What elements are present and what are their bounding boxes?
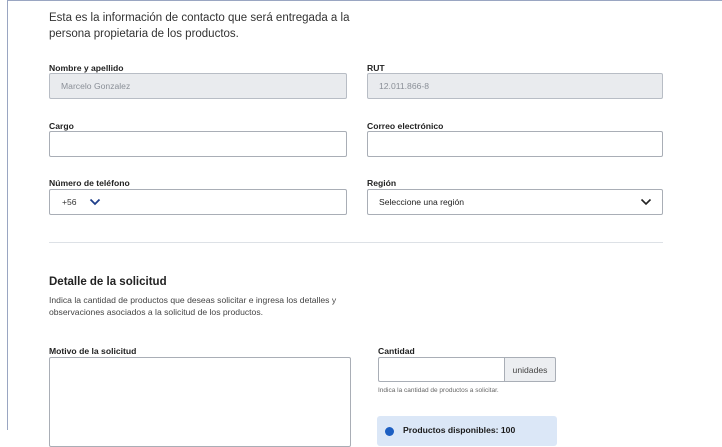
phone-prefix-value: +56 bbox=[62, 197, 77, 207]
phone-prefix-select[interactable]: +56 bbox=[50, 197, 101, 207]
region-label: Región bbox=[367, 178, 397, 188]
section-title: Detalle de la solicitud bbox=[49, 276, 167, 288]
info-dot-icon bbox=[385, 427, 394, 436]
chevron-down-icon bbox=[89, 198, 100, 206]
rut-field[interactable]: 12.011.866-8 bbox=[367, 73, 663, 99]
cantidad-help: Indica la cantidad de productos a solici… bbox=[378, 387, 499, 394]
cantidad-unit: unidades bbox=[504, 357, 556, 382]
nombre-value: Marcelo Gonzalez bbox=[61, 81, 131, 91]
rut-label: RUT bbox=[367, 63, 385, 73]
nombre-field[interactable]: Marcelo Gonzalez bbox=[49, 73, 347, 99]
cantidad-label: Cantidad bbox=[378, 346, 415, 356]
disponibles-badge: Productos disponibles: 100 bbox=[377, 416, 557, 446]
disponibles-text: Productos disponibles: 100 bbox=[403, 425, 516, 435]
cargo-label: Cargo bbox=[49, 121, 74, 131]
region-selected: Seleccione una región bbox=[379, 197, 465, 207]
email-field[interactable] bbox=[367, 131, 663, 157]
chevron-down-icon bbox=[640, 198, 652, 206]
motivo-textarea[interactable] bbox=[49, 357, 351, 447]
intro-text: Esta es la información de contacto que s… bbox=[49, 12, 350, 40]
rut-value: 12.011.866-8 bbox=[379, 81, 430, 91]
cantidad-group: unidades bbox=[378, 357, 556, 382]
cantidad-input[interactable] bbox=[378, 357, 504, 382]
telefono-label: Número de teléfono bbox=[49, 178, 130, 188]
motivo-label: Motivo de la solicitud bbox=[49, 346, 137, 356]
nombre-label: Nombre y apellido bbox=[49, 63, 124, 73]
section-description: Indica la cantidad de productos que dese… bbox=[49, 295, 337, 317]
phone-field[interactable]: +56 bbox=[49, 189, 347, 215]
region-select[interactable]: Seleccione una región bbox=[367, 189, 663, 215]
cargo-field[interactable] bbox=[49, 131, 347, 157]
correo-label: Correo electrónico bbox=[367, 121, 444, 131]
section-divider bbox=[49, 242, 663, 243]
